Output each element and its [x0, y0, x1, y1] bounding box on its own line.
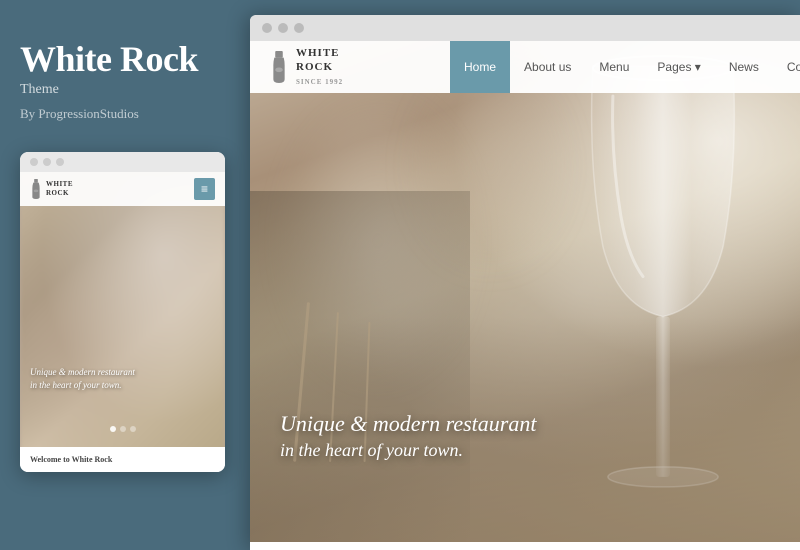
mobile-dot-2: [43, 158, 51, 166]
mobile-browser-bar: [20, 152, 225, 172]
theme-title: White Rock: [20, 40, 225, 80]
hero-photo: [250, 41, 800, 542]
browser-dot-1: [262, 23, 272, 33]
hero-tagline-line2: in the heart of your town.: [280, 439, 536, 462]
desktop-browser-bar: [250, 15, 800, 41]
nav-contact[interactable]: Contact: [773, 41, 800, 93]
mobile-welcome-text: Welcome to White Rock: [30, 455, 215, 464]
slide-dot-3[interactable]: [130, 426, 136, 432]
mobile-bottle-icon: [30, 179, 42, 199]
slide-dot-active[interactable]: [110, 426, 116, 432]
mobile-bottom-section: Welcome to White Rock: [20, 447, 225, 472]
mobile-photo-bg: [20, 172, 225, 452]
slide-dot-2[interactable]: [120, 426, 126, 432]
hero-tagline-line1: Unique & modern restaurant: [280, 410, 536, 439]
desktop-nav-links: Home About us Menu Pages ▾ News Contact: [450, 41, 800, 93]
mobile-nav: WHITE ROCK ≡: [20, 172, 225, 206]
desktop-preview: WHITE ROCK SINCE 1992 Home About us Menu…: [250, 15, 800, 550]
nav-pages[interactable]: Pages ▾: [643, 41, 714, 93]
mobile-slide-dots: [20, 426, 225, 432]
nav-menu[interactable]: Menu: [585, 41, 643, 93]
mobile-preview: WHITE ROCK ≡ Unique & modern restaurant …: [20, 152, 225, 472]
theme-author: By ProgressionStudios: [20, 106, 225, 122]
desktop-nav: WHITE ROCK SINCE 1992 Home About us Menu…: [250, 41, 800, 93]
desktop-bottle-icon: [270, 51, 288, 83]
left-panel: White Rock Theme By ProgressionStudios: [0, 0, 245, 550]
browser-content: WHITE ROCK SINCE 1992 Home About us Menu…: [250, 41, 800, 542]
mobile-logo: WHITE ROCK: [30, 179, 73, 199]
mobile-dot-1: [30, 158, 38, 166]
title-text: White Rock: [20, 39, 198, 79]
mobile-logo-text: WHITE ROCK: [46, 180, 73, 197]
theme-subtitle: Theme: [20, 82, 225, 98]
mobile-content: WHITE ROCK ≡ Unique & modern restaurant …: [20, 172, 225, 452]
mobile-dot-3: [56, 158, 64, 166]
mobile-hero: [20, 172, 225, 452]
mobile-menu-button[interactable]: ≡: [194, 178, 215, 200]
nav-news[interactable]: News: [715, 41, 773, 93]
nav-home[interactable]: Home: [450, 41, 510, 93]
browser-dot-3: [294, 23, 304, 33]
nav-about[interactable]: About us: [510, 41, 585, 93]
desktop-logo-text: WHITE ROCK SINCE 1992: [296, 46, 343, 89]
browser-dot-2: [278, 23, 288, 33]
desktop-logo: WHITE ROCK SINCE 1992: [250, 41, 450, 96]
photo-simulation: [250, 41, 800, 542]
mobile-tagline: Unique & modern restaurant in the heart …: [30, 366, 215, 391]
hero-tagline: Unique & modern restaurant in the heart …: [280, 410, 536, 462]
theme-title-area: White Rock Theme By ProgressionStudios: [0, 0, 245, 142]
